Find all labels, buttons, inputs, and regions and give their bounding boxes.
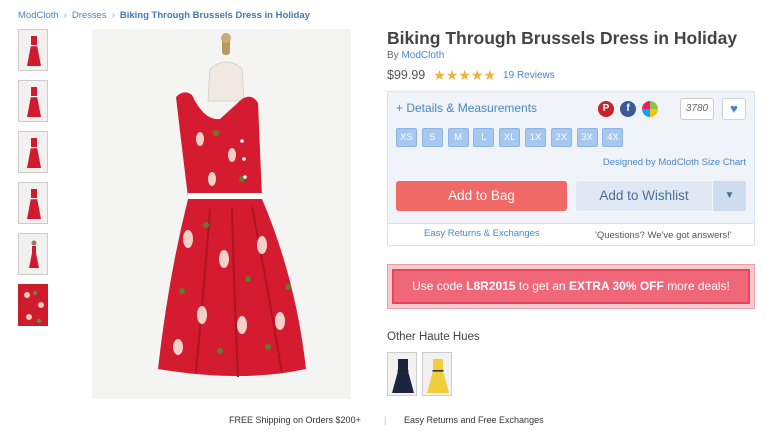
questions-link[interactable]: 'Questions? We've got answers!': [595, 230, 732, 241]
thumbnail-back[interactable]: [18, 80, 48, 122]
chevron-down-icon[interactable]: ▼: [713, 181, 746, 211]
breadcrumb-home[interactable]: ModCloth: [18, 10, 59, 21]
dress-image: [92, 29, 351, 399]
size-option-4x[interactable]: 4X: [602, 128, 624, 147]
other-hues-title: Other Haute Hues: [387, 331, 480, 343]
size-option-1x[interactable]: 1X: [524, 128, 546, 147]
breadcrumb-separator: ›: [63, 10, 67, 21]
details-measurements-link[interactable]: + Details & Measurements: [396, 101, 537, 115]
star-rating: ★ ★ ★ ★ ★: [433, 68, 496, 82]
favorite-count: 3780: [680, 98, 714, 120]
product-brand: By ModCloth: [387, 50, 757, 61]
hue-navy-thumbnail[interactable]: [387, 352, 417, 396]
size-option-xl[interactable]: XL: [499, 128, 521, 147]
product-info: Biking Through Brussels Dress in Holiday…: [387, 28, 757, 83]
promo-middle: to get an: [518, 279, 566, 293]
promo-prefix: Use code: [412, 279, 463, 293]
thumbnail-model[interactable]: [18, 233, 48, 275]
price-rating-row: $99.99 ★ ★ ★ ★ ★ 19 Reviews: [387, 67, 757, 83]
social-share: P f: [598, 101, 664, 117]
facebook-icon[interactable]: f: [620, 101, 636, 117]
free-returns-text: Easy Returns and Free Exchanges: [404, 415, 544, 425]
purchase-panel: + Details & Measurements P f 3780 ♥ XS S M…: [387, 91, 755, 246]
breadcrumb-separator: ›: [111, 10, 115, 21]
promo-text: Use code L8R2015 to get an EXTRA 30% OFF…: [392, 269, 750, 304]
add-to-bag-button[interactable]: Add to Bag: [396, 181, 567, 211]
reviews-link[interactable]: 19 Reviews: [503, 70, 555, 81]
thumbnail-detail[interactable]: [18, 182, 48, 224]
product-price: $99.99: [387, 68, 426, 82]
brand-link[interactable]: ModCloth: [401, 50, 444, 61]
star-icon: ★: [433, 67, 446, 83]
breadcrumb-dresses[interactable]: Dresses: [72, 10, 107, 21]
breadcrumb: ModCloth › Dresses › Biking Through Brussels…: [18, 10, 310, 21]
star-icon: ★: [483, 67, 497, 83]
thumbnail-fabric[interactable]: [18, 284, 48, 326]
free-shipping-text: FREE Shipping on Orders $200+: [229, 415, 361, 425]
brand-prefix: By: [387, 50, 399, 61]
promo-offer: EXTRA 30% OFF: [568, 279, 664, 293]
promo-banner[interactable]: Use code L8R2015 to get an EXTRA 30% OFF…: [387, 264, 755, 309]
star-icon: ★: [445, 67, 459, 83]
thumbnail-list: [18, 29, 48, 335]
size-option-xs[interactable]: XS: [396, 128, 417, 147]
breadcrumb-current[interactable]: Biking Through Brussels Dress in Holiday: [120, 10, 310, 21]
hue-yellow-thumbnail[interactable]: [422, 352, 452, 396]
promo-code: L8R2015: [466, 279, 516, 293]
add-to-wishlist-button[interactable]: Add to Wishlist: [576, 181, 712, 211]
help-row: Easy Returns & Exchanges 'Questions? We'…: [388, 223, 754, 245]
thumbnail-front[interactable]: [18, 29, 48, 71]
returns-link[interactable]: Easy Returns & Exchanges: [424, 228, 540, 239]
color-wheel-icon[interactable]: [642, 101, 658, 117]
heart-icon[interactable]: ♥: [722, 98, 746, 120]
size-selector: XS S M L XL 1X 2X 3X 4X: [396, 128, 628, 147]
size-option-s[interactable]: S: [421, 128, 443, 147]
pinterest-icon[interactable]: P: [598, 101, 614, 117]
size-option-2x[interactable]: 2X: [550, 128, 572, 147]
star-icon: ★: [458, 67, 471, 83]
star-icon: ★: [470, 67, 484, 83]
thumbnail-side[interactable]: [18, 131, 48, 173]
size-option-l[interactable]: L: [473, 128, 495, 147]
size-option-m[interactable]: M: [447, 128, 469, 147]
size-option-3x[interactable]: 3X: [576, 128, 598, 147]
main-product-image[interactable]: [92, 29, 351, 399]
footer-divider: |: [384, 415, 387, 425]
promo-suffix: more deals!: [667, 279, 730, 293]
size-chart-link[interactable]: Designed by ModCloth Size Chart: [603, 157, 746, 168]
product-title: Biking Through Brussels Dress in Holiday: [387, 28, 738, 48]
